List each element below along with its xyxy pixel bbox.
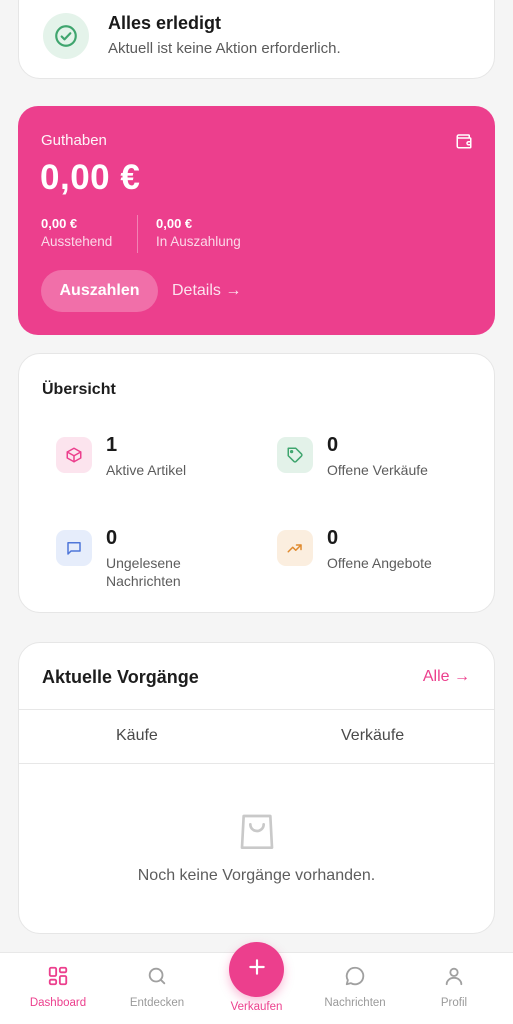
check-circle-icon <box>43 13 89 59</box>
shopping-bag-icon <box>237 809 277 858</box>
payout-value: 0,00 € <box>156 216 193 231</box>
plus-icon <box>247 957 267 982</box>
balance-label: Guthaben <box>41 132 107 149</box>
empty-state-text: Noch keine Vorgänge vorhanden. <box>137 867 376 884</box>
payout-label: In Auszahlung <box>156 234 241 249</box>
overview-card: Übersicht 1 Aktive Artikel 0 Offene Verk… <box>18 353 495 613</box>
balance-divider <box>137 215 138 253</box>
stat-value: 1 <box>106 434 118 456</box>
sell-button[interactable] <box>229 942 284 997</box>
nav-profile[interactable]: Profil <box>409 965 499 1009</box>
nav-label-sell[interactable]: Verkaufen <box>206 1001 307 1013</box>
status-subtitle: Aktuell ist keine Aktion erforderlich. <box>108 40 341 57</box>
activity-card: Aktuelle Vorgänge Alle → Käufe Verkäufe … <box>18 642 495 934</box>
wallet-icon[interactable] <box>455 132 473 155</box>
all-link[interactable]: Alle → <box>423 668 470 686</box>
dashboard-icon <box>13 965 103 991</box>
details-link[interactable]: Details → <box>172 282 241 300</box>
nav-label: Profil <box>440 997 468 1009</box>
search-icon <box>112 965 202 991</box>
overview-title: Übersicht <box>42 381 116 398</box>
stat-label: Offene Angebote <box>327 555 432 571</box>
stat-value: 0 <box>327 434 339 456</box>
nav-dashboard[interactable]: Dashboard <box>13 965 103 1009</box>
balance-amount: 0,00 € <box>40 158 141 197</box>
payout-balance: 0,00 € In Auszahlung <box>156 216 241 249</box>
pending-label: Ausstehend <box>41 234 113 249</box>
tab-purchases[interactable]: Käufe <box>116 727 158 745</box>
stat-value: 0 <box>327 527 339 549</box>
pending-value: 0,00 € <box>41 216 78 231</box>
message-icon <box>56 530 92 566</box>
status-card: Alles erledigt Aktuell ist keine Aktion … <box>18 0 495 79</box>
dashboard-page: Alles erledigt Aktuell ist keine Aktion … <box>0 0 513 1024</box>
nav-discover[interactable]: Entdecken <box>112 965 202 1009</box>
trending-up-icon <box>277 530 313 566</box>
status-title: Alles erledigt <box>108 13 222 33</box>
nav-label: Dashboard <box>29 997 87 1009</box>
activity-title: Aktuelle Vorgänge <box>42 667 199 687</box>
nav-label: Entdecken <box>129 997 185 1009</box>
stat-label: Offene Verkäufe <box>327 462 428 478</box>
payout-button[interactable]: Auszahlen <box>41 270 158 312</box>
stat-value: 0 <box>106 527 118 549</box>
tag-icon <box>277 437 313 473</box>
balance-card: Guthaben 0,00 € 0,00 € Ausstehend 0,00 €… <box>18 106 495 335</box>
package-icon <box>56 437 92 473</box>
tab-sales[interactable]: Verkäufe <box>341 727 404 745</box>
user-icon <box>409 965 499 991</box>
divider <box>19 709 494 710</box>
stat-label: Ungelesene Nachrichten <box>106 555 181 589</box>
message-icon <box>310 965 400 991</box>
nav-label: Nachrichten <box>324 997 386 1009</box>
stat-label: Aktive Artikel <box>106 462 187 478</box>
nav-messages[interactable]: Nachrichten <box>310 965 400 1009</box>
divider <box>19 763 494 764</box>
pending-balance: 0,00 € Ausstehend <box>41 216 112 249</box>
